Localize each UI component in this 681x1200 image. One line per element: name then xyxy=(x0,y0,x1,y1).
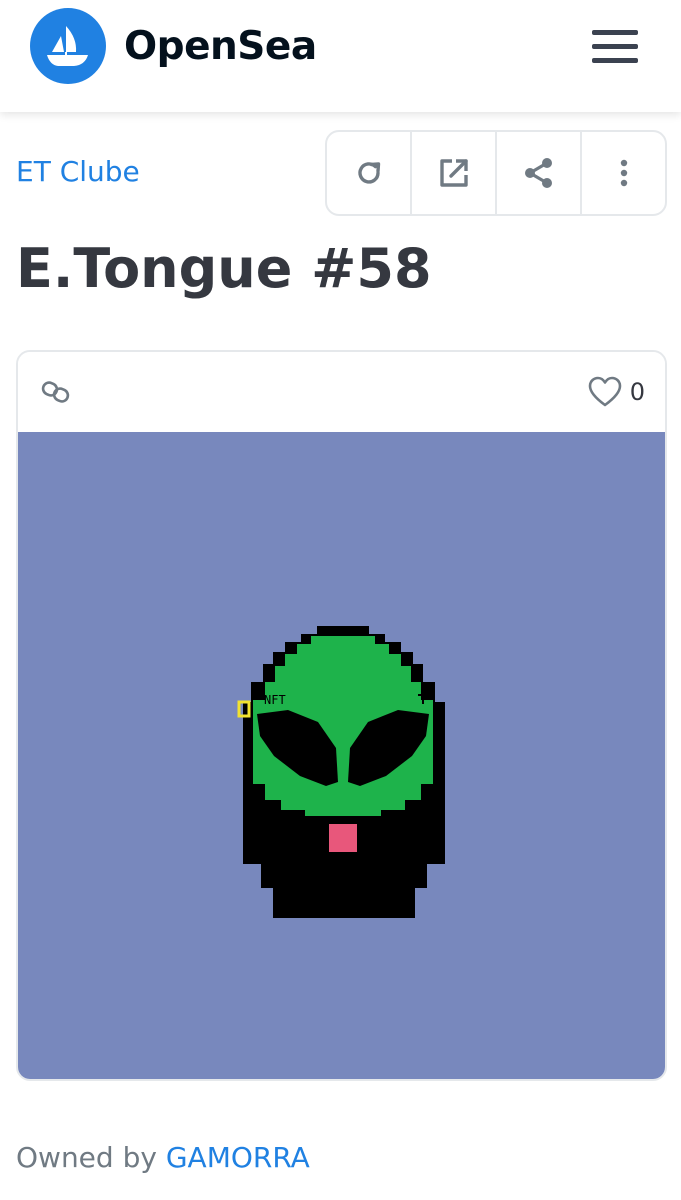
share-button[interactable] xyxy=(497,132,582,214)
external-link-icon xyxy=(439,159,468,187)
favorite-count: 0 xyxy=(629,378,645,406)
share-icon xyxy=(524,158,552,188)
nft-artwork-image[interactable]: NFT xyxy=(18,432,665,1079)
card-header: 0 xyxy=(18,352,665,432)
more-vertical-icon xyxy=(620,159,627,187)
hamburger-menu-icon[interactable] xyxy=(586,24,646,70)
asset-action-toolbar xyxy=(325,130,667,216)
owner-line: Owned by GAMORRA xyxy=(16,1140,310,1176)
refresh-button[interactable] xyxy=(327,132,412,214)
owner-link[interactable]: GAMORRA xyxy=(166,1141,310,1174)
top-navbar: OpenSea xyxy=(0,0,681,112)
owner-prefix: Owned by xyxy=(16,1141,157,1174)
favorite-control[interactable]: 0 xyxy=(588,374,645,410)
asset-media-card: 0 NFT xyxy=(16,350,667,1081)
collection-link[interactable]: ET Clube xyxy=(16,154,140,190)
asset-title: E.Tongue #58 xyxy=(16,237,432,300)
artwork-text: NFT xyxy=(264,693,286,707)
refresh-icon xyxy=(357,162,380,184)
brand-name[interactable]: OpenSea xyxy=(124,24,317,70)
opensea-logo-icon[interactable] xyxy=(30,8,106,84)
view-external-button[interactable] xyxy=(412,132,497,214)
more-options-button[interactable] xyxy=(582,132,665,214)
chain-link-icon[interactable] xyxy=(40,378,72,406)
heart-outline-icon[interactable] xyxy=(588,376,622,408)
